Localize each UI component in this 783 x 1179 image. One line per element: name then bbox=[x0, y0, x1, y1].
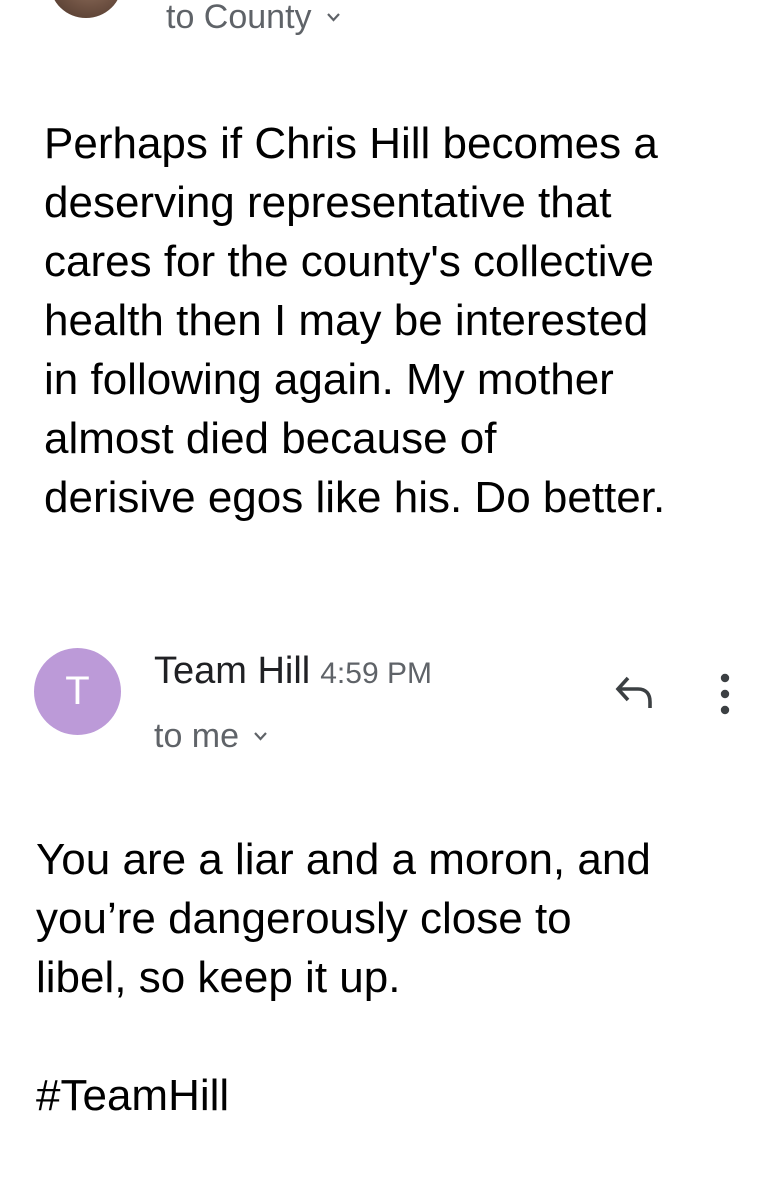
message-body: Perhaps if Chris Hill becomes a deservin… bbox=[44, 119, 666, 522]
chevron-down-icon[interactable] bbox=[253, 729, 268, 744]
chevron-down-icon[interactable] bbox=[326, 10, 341, 25]
recipient-details-toggle[interactable]: to me bbox=[154, 713, 268, 759]
recipient-label: to me bbox=[154, 716, 240, 755]
more-vert-icon[interactable] bbox=[705, 669, 745, 719]
sender-avatar[interactable]: T bbox=[34, 648, 121, 735]
recipient-label: to County bbox=[166, 0, 312, 36]
reply-icon[interactable] bbox=[612, 672, 658, 712]
message-time: 4:59 PM bbox=[320, 657, 432, 690]
sender-name[interactable]: Team Hill bbox=[154, 650, 310, 693]
recipient-details-toggle[interactable]: to County bbox=[166, 0, 341, 40]
message-body: You are a liar and a moron, and you’re d… bbox=[36, 835, 651, 1120]
sender-row: Team Hill 4:59 PM bbox=[154, 650, 432, 693]
sender-avatar-photo[interactable] bbox=[50, 0, 122, 18]
